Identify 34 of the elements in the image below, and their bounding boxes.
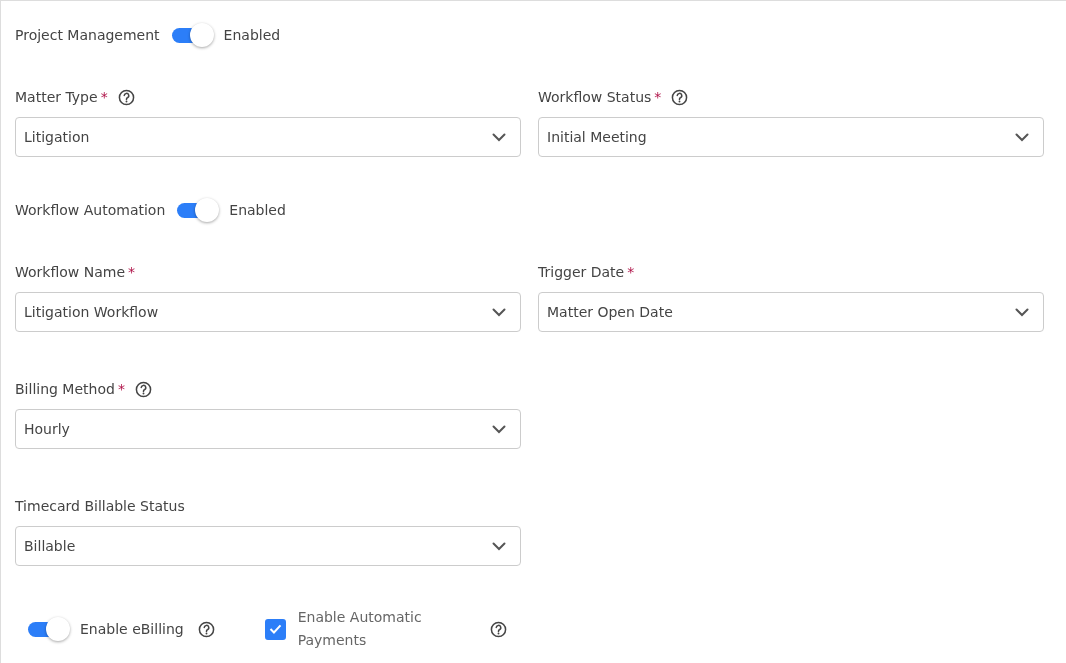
required-mark: *	[128, 264, 136, 280]
option-label: Enable Automatic Payments	[297, 608, 423, 650]
required-mark: *	[117, 381, 125, 397]
caret-icon	[492, 132, 506, 142]
toggle-label: Project Management	[15, 27, 160, 43]
required-mark: *	[654, 89, 662, 105]
required-mark: *	[100, 89, 108, 105]
dropdown[interactable]: Billable	[15, 526, 521, 566]
dropdown[interactable]: Hourly	[15, 409, 521, 449]
toggle-label: Workflow Automation	[15, 202, 166, 218]
toggle-switch[interactable]	[177, 198, 218, 222]
field-label: Matter Type	[15, 89, 98, 105]
toggle-switch[interactable]	[28, 617, 68, 641]
toggle-state-text: Enabled	[229, 202, 286, 218]
dropdown[interactable]: Matter Open Date	[538, 292, 1044, 332]
caret-icon	[1015, 307, 1029, 317]
field-label: Billing Method	[15, 381, 115, 397]
checkbox[interactable]	[264, 618, 286, 640]
dropdown[interactable]: Litigation Workflow	[15, 292, 521, 332]
field-label: Trigger Date	[538, 264, 625, 280]
option-label: Enable eBilling	[80, 621, 184, 637]
field-label: Workflow Status	[538, 89, 652, 105]
dropdown[interactable]: Litigation	[15, 117, 521, 157]
caret-icon	[492, 307, 506, 317]
toggle-state-text: Enabled	[223, 27, 281, 43]
field-label: Timecard Billable Status	[15, 498, 185, 514]
caret-icon	[492, 424, 506, 434]
caret-icon	[492, 541, 506, 551]
field-label: Workflow Name	[15, 264, 126, 280]
dropdown[interactable]: Initial Meeting	[538, 117, 1044, 157]
required-mark: *	[627, 264, 635, 280]
toggle-switch[interactable]	[171, 23, 212, 47]
caret-icon	[1015, 132, 1029, 142]
check-icon	[268, 624, 282, 634]
